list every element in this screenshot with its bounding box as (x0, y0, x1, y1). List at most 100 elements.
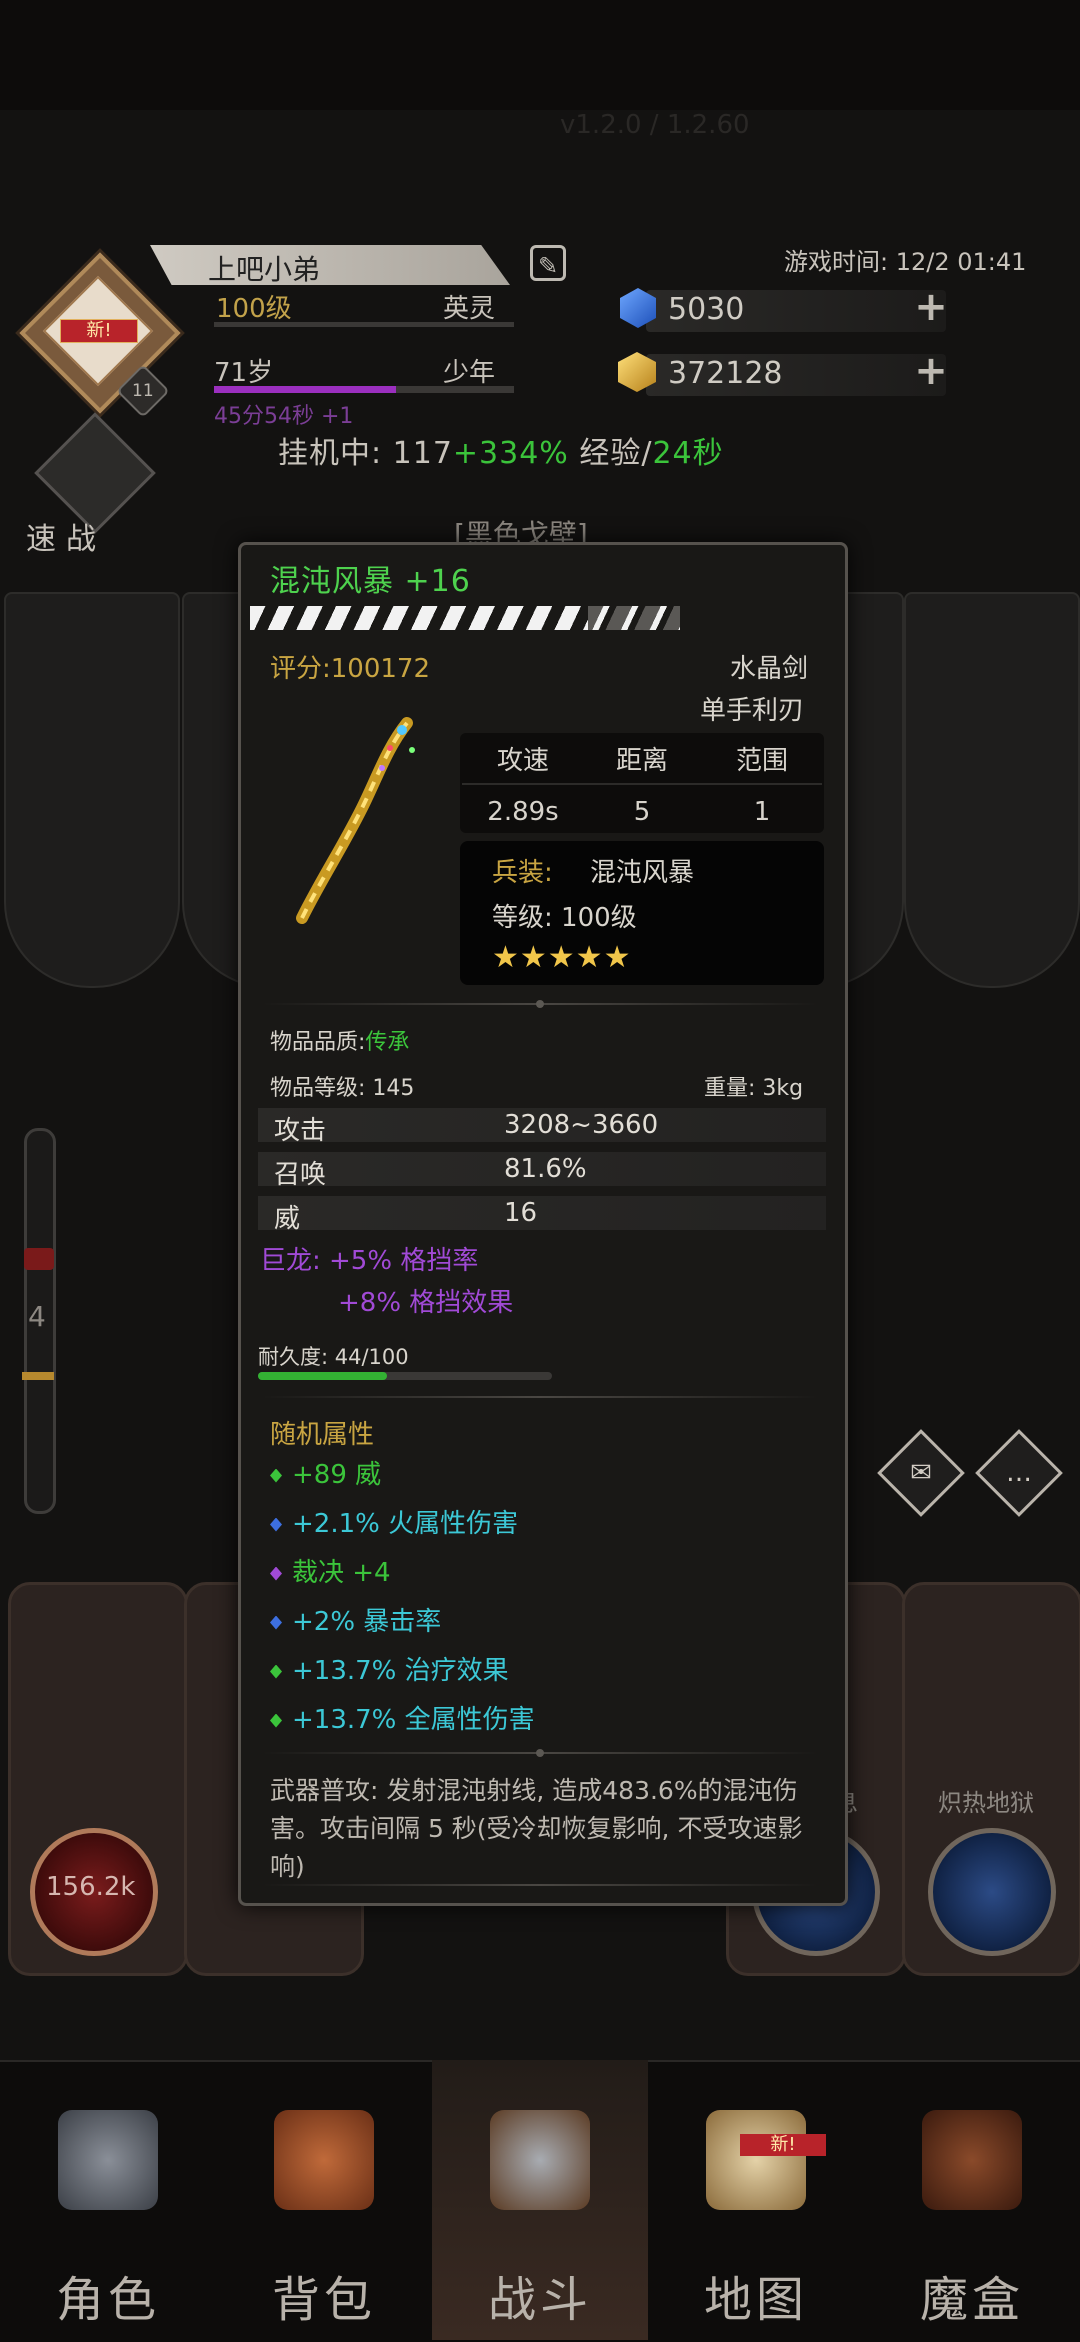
random-attribute: 裁决 +4 (270, 1552, 391, 1589)
gauge-value: 4 (28, 1300, 46, 1333)
nav-label: 地图 (703, 2272, 808, 2328)
random-attribute-text: 裁决 +4 (292, 1558, 391, 1588)
nav-tab-map[interactable]: 新! 地图 (648, 2060, 864, 2340)
name-bar (150, 245, 510, 285)
divider (262, 1396, 818, 1398)
random-attribute: +89 威 (270, 1454, 381, 1491)
random-attribute-text: +2% 暴击率 (292, 1607, 442, 1637)
durability-label: 耐久度: 44/100 (258, 1345, 409, 1369)
game-time: 游戏时间: 12/2 01:41 (784, 248, 1027, 276)
weapon-image (296, 717, 415, 924)
arch-column (904, 592, 1080, 988)
gem-icon (270, 1664, 282, 1679)
player-age: 71岁 (214, 358, 274, 388)
slot-name: 炽热地狱 (938, 1789, 1034, 1817)
add-gem-button[interactable]: + (914, 287, 948, 327)
nav-tab-magic-box[interactable]: 魔盒 (864, 2060, 1080, 2340)
skill-value: 156.2k (46, 1872, 136, 1902)
soldier-gear-value: 混沌风暴 (590, 858, 695, 888)
idle-prefix: 挂机中: 117 (278, 436, 453, 471)
backpack-icon (274, 2110, 374, 2210)
top-fade (0, 0, 1080, 110)
random-attributes-title: 随机属性 (270, 1420, 375, 1450)
random-attribute: +2% 暴击率 (270, 1601, 441, 1638)
star-rating: ★★★★★ (492, 940, 632, 975)
random-attribute-text: +2.1% 火属性伤害 (292, 1509, 519, 1539)
edit-icon[interactable]: ✎ (530, 245, 566, 281)
random-attribute: +13.7% 全属性伤害 (270, 1699, 535, 1736)
weapon-description: 武器普攻: 发射混沌射线, 造成483.6%的混沌伤害。攻击间隔 5 秒(受冷却… (270, 1776, 803, 1881)
nav-tab-battle[interactable]: 战斗 (432, 2060, 648, 2340)
player-name: 上吧小弟 (208, 253, 321, 286)
attribute-row (258, 1196, 826, 1230)
player-rank: 英灵 (443, 294, 496, 324)
scroll-map-icon (706, 2110, 806, 2210)
new-badge: 新! (60, 319, 138, 343)
soldier-gear-label: 兵装: (492, 858, 553, 888)
new-badge: 新! (740, 2134, 826, 2156)
random-attribute-text: +89 威 (292, 1460, 382, 1490)
random-attribute: +2.1% 火属性伤害 (270, 1503, 518, 1540)
age-bar-fill (214, 386, 396, 393)
nav-tab-character[interactable]: 角色 (0, 2060, 216, 2340)
durability-fill (258, 1372, 387, 1380)
stats-divider (462, 783, 822, 785)
gem-icon (270, 1566, 282, 1581)
stat-header-distance: 距离 (615, 746, 668, 776)
age-timer: 45分54秒 +1 (214, 404, 354, 429)
version-text: v1.2.0 / 1.2.60 (560, 110, 750, 140)
gem-icon (270, 1468, 282, 1483)
quick-battle-label[interactable]: 速战 (26, 514, 106, 558)
attribute-name: 攻击 (274, 1116, 327, 1146)
attribute-name: 威 (274, 1204, 301, 1234)
gauge-marker (22, 1372, 54, 1380)
stat-value-range: 1 (753, 797, 771, 827)
enhance-stripes-empty (588, 606, 680, 630)
nav-tab-backpack[interactable]: 背包 (216, 2060, 432, 2340)
gem-icon (270, 1517, 282, 1532)
stat-header-speed: 攻速 (496, 746, 549, 776)
chat-icon[interactable]: ✉ (877, 1429, 965, 1517)
nav-label: 背包 (271, 2272, 376, 2328)
stat-header-range: 范围 (735, 746, 788, 776)
divider-dot (536, 1000, 544, 1008)
set-bonus-line: +8% 格挡效果 (338, 1288, 514, 1318)
item-name: 混沌风暴 +16 (270, 564, 471, 599)
sword-shield-icon (490, 2110, 590, 2210)
attribute-value: 3208~3660 (504, 1110, 659, 1140)
gold-count: 372128 (668, 356, 783, 391)
item-weight: 重量: 3kg (704, 1076, 804, 1101)
idle-mid: 经验/ (568, 436, 653, 471)
attribute-name: 召唤 (274, 1160, 327, 1190)
gauge-marker-red (24, 1248, 54, 1270)
divider-dot (536, 1749, 544, 1757)
quality-value: 传承 (365, 1030, 410, 1055)
add-gold-button[interactable]: + (914, 351, 948, 391)
arch-column (4, 592, 180, 988)
message-icon[interactable]: … (975, 1429, 1063, 1517)
item-score: 评分:100172 (270, 654, 431, 684)
skill-orb (928, 1828, 1056, 1956)
stat-value-speed: 2.89s (487, 797, 559, 827)
gem-count: 5030 (668, 292, 745, 327)
gem-icon (270, 1615, 282, 1630)
exp-bar (214, 322, 514, 327)
quality-row: 物品品质:传承 (270, 1024, 409, 1056)
helmet-icon (58, 2110, 158, 2210)
random-attribute: +13.7% 治疗效果 (270, 1650, 509, 1687)
item-level: 物品等级: 145 (270, 1076, 415, 1101)
attribute-value: 81.6% (504, 1154, 587, 1184)
quality-label: 物品品质: (270, 1030, 366, 1055)
age-stage: 少年 (443, 358, 496, 388)
random-attribute-text: +13.7% 全属性伤害 (292, 1705, 535, 1735)
magic-box-icon (922, 2110, 1022, 2210)
gem-icon (270, 1713, 282, 1728)
attribute-value: 16 (504, 1198, 538, 1228)
divider (262, 1884, 818, 1886)
nav-label: 角色 (55, 2272, 160, 2328)
random-attribute-text: +13.7% 治疗效果 (292, 1656, 509, 1686)
weapon-subtype: 单手利刃 (700, 696, 805, 726)
weapon-type: 水晶剑 (730, 654, 809, 684)
set-bonus-line: 巨龙: +5% 格挡率 (260, 1246, 479, 1276)
nav-label: 战斗 (487, 2272, 592, 2328)
